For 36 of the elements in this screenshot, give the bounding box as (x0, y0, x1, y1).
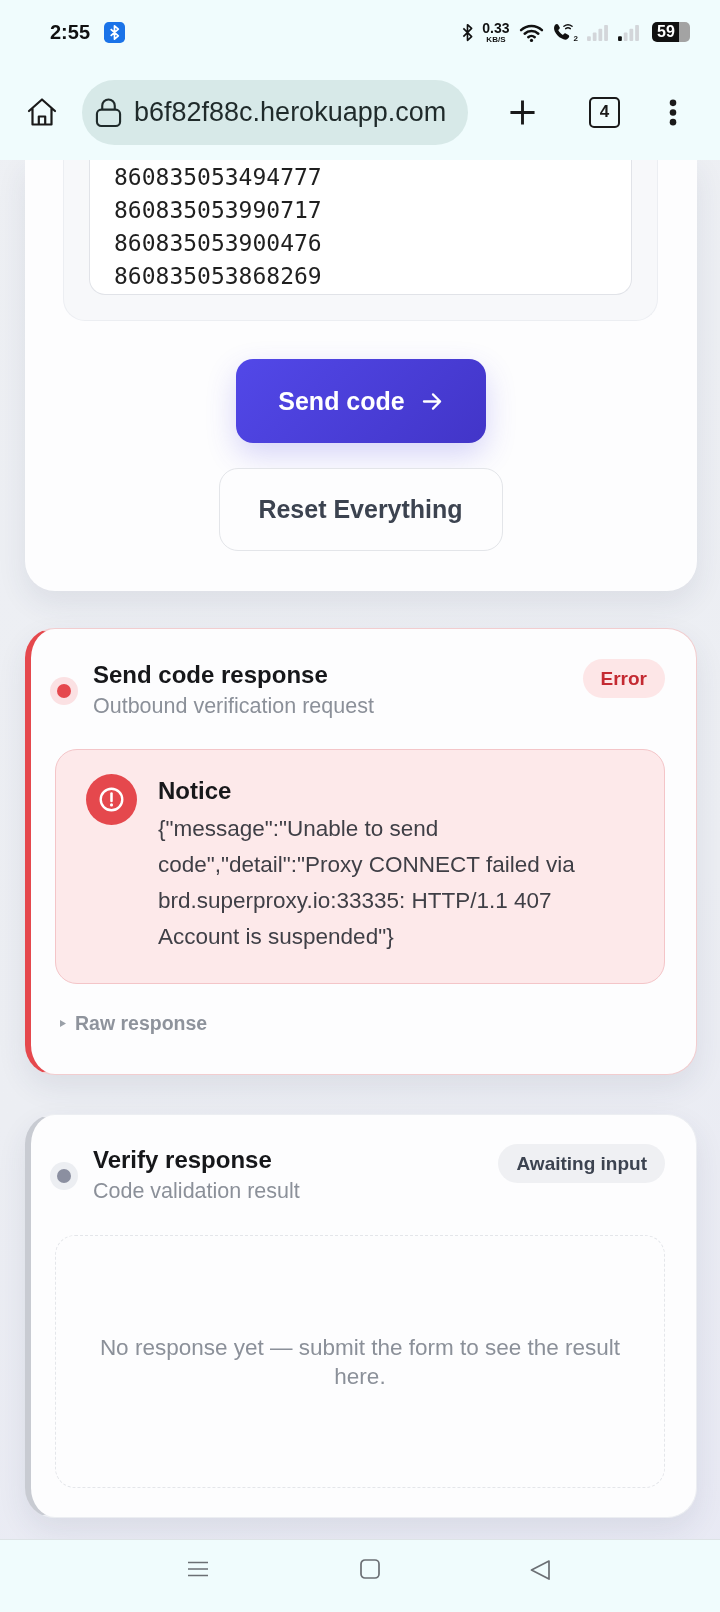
status-dot-icon (50, 1162, 78, 1190)
status-badge: Awaiting input (498, 1144, 665, 1183)
signal-icon (586, 22, 609, 42)
network-speed-unit: KB/S (486, 35, 506, 44)
card-subtitle: Outbound verification request (93, 693, 375, 720)
network-speed: 0.33 (482, 20, 510, 35)
status-dot-icon (50, 677, 78, 705)
reset-button[interactable]: Reset Everything (218, 468, 503, 551)
notice-title: Notice (158, 776, 233, 806)
arrow-icon (421, 391, 443, 411)
bluetooth-icon (462, 22, 474, 42)
address-bar[interactable]: b6f82f88c.herokuapp.com (82, 79, 468, 145)
menu-icon[interactable] (187, 1561, 209, 1577)
empty-message: No response yet — submit the form to see the result here. (98, 1333, 622, 1391)
phone-wifi-icon (551, 21, 573, 43)
wifi-icon (518, 22, 544, 42)
bluetooth-badge-icon (104, 21, 126, 43)
send-code-button[interactable]: Send code (235, 359, 486, 443)
dots-menu-icon[interactable] (669, 98, 677, 126)
plus-icon[interactable] (509, 98, 536, 126)
alert-icon (86, 774, 137, 825)
card-title: Verify response (93, 1145, 273, 1175)
battery-indicator: 59 (652, 22, 690, 42)
triangle-icon[interactable] (529, 1559, 551, 1581)
card-title: Send code response (93, 660, 329, 690)
status-time: 2:55 (50, 20, 91, 44)
lock-icon (95, 96, 122, 128)
notice-message: {"message":"Unable to send code","detail":"Proxy CONNECT failed via brd.superproxy.io:33335: HTTP/1.1 407 Account is suspended"} (158, 815, 576, 951)
signal-icon (617, 22, 640, 42)
codes-textarea[interactable]: 860835053494777 860835053990717 860835053900476 860835053868269 (89, 160, 632, 295)
square-icon[interactable] (360, 1559, 380, 1579)
sim-label: 2 (573, 34, 578, 43)
status-badge: Error (582, 659, 665, 698)
home-icon[interactable] (26, 96, 58, 128)
card-subtitle: Code validation result (93, 1178, 301, 1205)
tab-switcher-button[interactable]: 4 (589, 96, 620, 128)
